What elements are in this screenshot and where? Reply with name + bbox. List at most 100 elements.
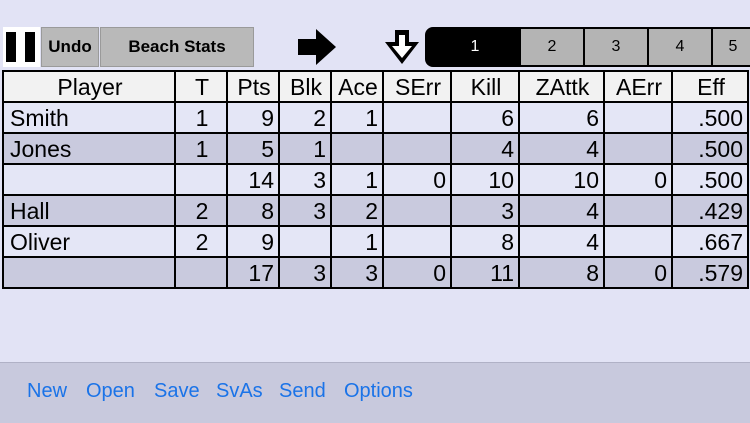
col-pts[interactable]: Pts	[226, 70, 280, 103]
cell-blk: 3	[278, 163, 332, 196]
save-as-button[interactable]: SvAs	[216, 380, 263, 403]
cell-serr: 0	[382, 256, 452, 289]
cell-team[interactable]: 2	[174, 194, 228, 227]
cell-eff: .500	[671, 132, 749, 165]
bottom-toolbar: New Open Save SvAs Send Options	[0, 362, 750, 423]
cell-serr[interactable]	[382, 132, 452, 165]
cell-zattk: 10	[518, 163, 605, 196]
cell-blk[interactable]: 3	[278, 194, 332, 227]
col-kill[interactable]: Kill	[450, 70, 520, 103]
cell-team[interactable]: 1	[174, 132, 228, 165]
cell-player[interactable]: Jones	[2, 132, 176, 165]
header-row: Player T Pts Blk Ace SErr Kill ZAttk AEr…	[2, 70, 749, 103]
cell-serr[interactable]	[382, 225, 452, 258]
tab-set-1[interactable]: 1	[431, 29, 519, 65]
cell-eff: .579	[671, 256, 749, 289]
cell-serr[interactable]	[382, 194, 452, 227]
cell-blk[interactable]	[278, 225, 332, 258]
cell-ace: 1	[330, 163, 384, 196]
tab-set-3[interactable]: 3	[585, 29, 647, 65]
cell-pts: 14	[226, 163, 280, 196]
col-player[interactable]: Player	[2, 70, 176, 103]
cell-player	[2, 256, 176, 289]
tab-set-4[interactable]: 4	[649, 29, 711, 65]
col-zattk[interactable]: ZAttk	[518, 70, 605, 103]
pause-icon-bar	[25, 32, 35, 62]
cell-team	[174, 256, 228, 289]
col-eff[interactable]: Eff	[671, 70, 749, 103]
cell-eff: .429	[671, 194, 749, 227]
cell-zattk[interactable]: 6	[518, 101, 605, 134]
cell-kill[interactable]: 4	[450, 132, 520, 165]
cell-pts[interactable]: 9	[226, 225, 280, 258]
team-total-row: 14 3 1 0 10 10 0 .500	[2, 163, 749, 196]
cell-ace: 3	[330, 256, 384, 289]
tab-set-5[interactable]: 5	[713, 29, 750, 65]
send-button[interactable]: Send	[279, 380, 326, 403]
team-total-row: 17 3 3 0 11 8 0 .579	[2, 256, 749, 289]
table-row[interactable]: Oliver 2 9 1 8 4 .667	[2, 225, 749, 258]
next-button[interactable]	[296, 28, 338, 66]
cell-aerr[interactable]	[603, 101, 673, 134]
cell-pts: 17	[226, 256, 280, 289]
cell-zattk[interactable]: 4	[518, 132, 605, 165]
undo-button[interactable]: Undo	[41, 27, 99, 67]
cell-eff: .500	[671, 163, 749, 196]
options-button[interactable]: Options	[344, 380, 413, 403]
cell-aerr: 0	[603, 256, 673, 289]
cell-zattk: 8	[518, 256, 605, 289]
cell-pts[interactable]: 9	[226, 101, 280, 134]
cell-kill[interactable]: 6	[450, 101, 520, 134]
cell-aerr[interactable]	[603, 194, 673, 227]
cell-aerr: 0	[603, 163, 673, 196]
col-aerr[interactable]: AErr	[603, 70, 673, 103]
cell-team[interactable]: 1	[174, 101, 228, 134]
cell-pts[interactable]: 5	[226, 132, 280, 165]
cell-team[interactable]: 2	[174, 225, 228, 258]
cell-player	[2, 163, 176, 196]
download-arrow-icon	[385, 30, 419, 64]
cell-kill: 11	[450, 256, 520, 289]
cell-zattk[interactable]: 4	[518, 194, 605, 227]
download-button[interactable]	[381, 28, 423, 66]
new-button[interactable]: New	[27, 380, 67, 403]
pause-icon	[6, 32, 16, 62]
cell-aerr[interactable]	[603, 225, 673, 258]
cell-ace[interactable]: 1	[330, 225, 384, 258]
save-button[interactable]: Save	[154, 380, 200, 403]
cell-pts[interactable]: 8	[226, 194, 280, 227]
cell-aerr[interactable]	[603, 132, 673, 165]
col-blk[interactable]: Blk	[278, 70, 332, 103]
cell-eff: .667	[671, 225, 749, 258]
stats-table: Player T Pts Blk Ace SErr Kill ZAttk AEr…	[2, 70, 749, 289]
set-tabs: 1 2 3 4 5	[425, 27, 750, 67]
cell-player[interactable]: Smith	[2, 101, 176, 134]
tab-set-2[interactable]: 2	[521, 29, 583, 65]
beach-stats-button[interactable]: Beach Stats	[100, 27, 254, 67]
cell-ace[interactable]: 1	[330, 101, 384, 134]
col-team[interactable]: T	[174, 70, 228, 103]
table-row[interactable]: Hall 2 8 3 2 3 4 .429	[2, 194, 749, 227]
table-row[interactable]: Jones 1 5 1 4 4 .500	[2, 132, 749, 165]
cell-kill[interactable]: 8	[450, 225, 520, 258]
cell-zattk[interactable]: 4	[518, 225, 605, 258]
cell-blk: 3	[278, 256, 332, 289]
col-serr[interactable]: SErr	[382, 70, 452, 103]
arrow-right-icon	[298, 29, 336, 65]
cell-ace[interactable]: 2	[330, 194, 384, 227]
cell-serr[interactable]	[382, 101, 452, 134]
cell-ace[interactable]	[330, 132, 384, 165]
table-row[interactable]: Smith 1 9 2 1 6 6 .500	[2, 101, 749, 134]
cell-serr: 0	[382, 163, 452, 196]
open-button[interactable]: Open	[86, 380, 135, 403]
cell-eff: .500	[671, 101, 749, 134]
cell-blk[interactable]: 2	[278, 101, 332, 134]
toolbar: Undo Beach Stats 1 2 3 4 5	[0, 27, 750, 67]
cell-player[interactable]: Oliver	[2, 225, 176, 258]
cell-team	[174, 163, 228, 196]
cell-player[interactable]: Hall	[2, 194, 176, 227]
col-ace[interactable]: Ace	[330, 70, 384, 103]
cell-blk[interactable]: 1	[278, 132, 332, 165]
cell-kill[interactable]: 3	[450, 194, 520, 227]
pause-button[interactable]	[3, 27, 40, 67]
